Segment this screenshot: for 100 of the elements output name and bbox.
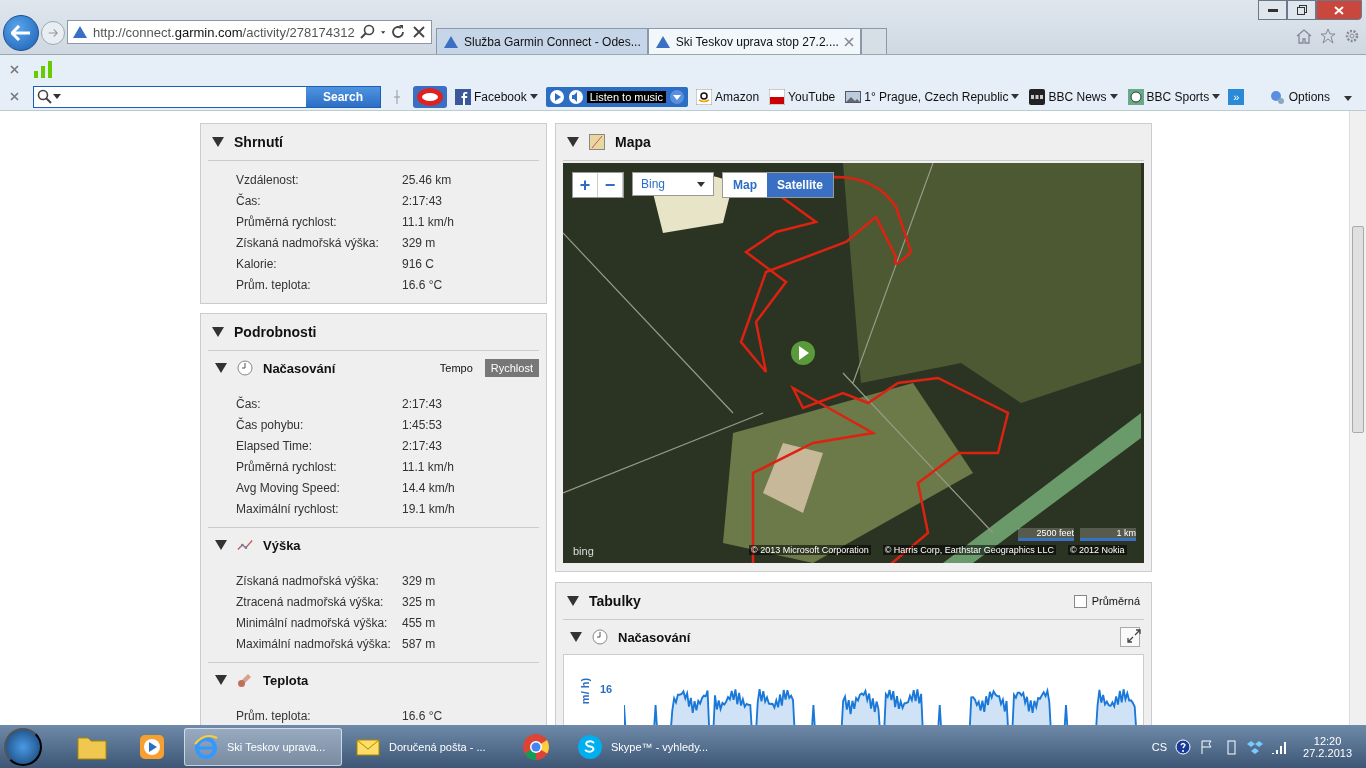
collapse-icon[interactable] [212, 137, 224, 147]
line-graph-icon [237, 537, 253, 553]
provider-dropdown[interactable]: Bing [632, 172, 714, 196]
dropdown-icon[interactable] [669, 88, 686, 105]
scrollbar[interactable] [1349, 111, 1366, 725]
start-button[interactable] [4, 727, 42, 766]
stat-value: 916 C [402, 256, 435, 271]
caret-icon [697, 181, 705, 187]
stat-value: 14.4 km/h [402, 480, 455, 495]
music-player[interactable]: Listen to music [545, 86, 689, 107]
search-button[interactable]: Search [306, 86, 380, 107]
chrome-icon [522, 732, 550, 761]
stat-label: Čas: [236, 193, 262, 208]
toolbar-link[interactable]: 1° Prague, Czech Republic [843, 88, 1022, 105]
browser-e-icon [193, 733, 219, 760]
options-label[interactable]: Options [1288, 89, 1330, 104]
speaker-icon[interactable] [567, 88, 584, 105]
toolbar-link[interactable]: Facebook [453, 88, 540, 105]
toolbar-link[interactable]: BBC Sports [1125, 88, 1223, 105]
refresh-icon[interactable] [390, 24, 406, 40]
browser-tab[interactable]: Ski Teskov uprava stop 27.2.... [647, 28, 861, 54]
stat-label: Maximální rychlost: [236, 501, 340, 516]
average-checkbox[interactable] [1073, 594, 1087, 608]
minimize-icon [1267, 8, 1278, 12]
close-window-button[interactable] [1316, 0, 1362, 20]
unit-toggle[interactable]: Rychlost [484, 359, 539, 377]
search-box[interactable]: Search [33, 85, 381, 108]
map-type-tab[interactable]: Map [723, 173, 767, 197]
more-button[interactable]: » [1228, 88, 1245, 105]
caret-icon [1011, 94, 1020, 99]
section-title: Načasování [618, 629, 691, 645]
checkbox-label: Průměrná [1091, 595, 1140, 607]
zoom-in-button[interactable]: + [573, 173, 598, 197]
toolbar-link[interactable]: Amazon [694, 88, 762, 105]
map-attribution: © 2012 Nokia [1067, 545, 1127, 555]
collapse-icon[interactable] [215, 675, 227, 685]
stat-value: 19.1 km/h [402, 501, 455, 516]
minimize-button[interactable] [1258, 0, 1287, 20]
stat-label: Minimální nadmořská výška: [236, 615, 389, 630]
stat-value: 25.46 km [402, 172, 452, 187]
collapse-icon[interactable] [567, 596, 579, 606]
help-icon[interactable] [1175, 738, 1192, 755]
settings-icon[interactable] [1344, 28, 1360, 44]
stat-value: 16.6 °C [402, 708, 443, 723]
stat-value: 329 m [402, 573, 436, 588]
axis-label: m/ h) [579, 677, 592, 705]
collapse-icon[interactable] [567, 137, 579, 147]
caret-icon [529, 94, 538, 99]
toolbar-link[interactable]: YouTube [767, 88, 838, 105]
stat-label: Čas pohybu: [236, 417, 305, 432]
section-title: Výška [263, 537, 301, 553]
clock[interactable]: 12:20 27.2.2013 [1303, 734, 1352, 759]
arrow-right-icon [48, 27, 58, 39]
stat-value: 2:17:43 [402, 193, 443, 208]
stat-label: Elapsed Time: [236, 438, 314, 453]
stat-label: Průměrná rychlost: [236, 214, 338, 229]
expand-icon [1127, 629, 1141, 643]
stat-value: 2:17:43 [402, 396, 443, 411]
expand-button[interactable] [1120, 627, 1140, 647]
toolbar-link[interactable]: BBC News [1027, 88, 1120, 105]
panel-title: Mapa [615, 134, 651, 150]
panel-title: Podrobnosti [234, 324, 317, 340]
dropbox-icon[interactable] [1247, 738, 1264, 755]
play-icon [139, 733, 165, 760]
music-label: Listen to music [586, 90, 667, 103]
map-attribution: © Harris Corp, Earthstar Geographics LLC [882, 545, 1056, 555]
restore-button[interactable] [1287, 0, 1316, 20]
address-bar[interactable]: http://connect.garmin.com/activity/278174312 [67, 20, 432, 44]
zoom-out-button[interactable]: − [598, 173, 623, 197]
star-icon[interactable] [1320, 28, 1336, 44]
collapse-icon[interactable] [212, 327, 224, 337]
facebook-icon [455, 88, 471, 105]
language-indicator[interactable]: CS [1151, 740, 1168, 753]
collapse-icon[interactable] [215, 363, 227, 373]
back-button[interactable] [3, 15, 39, 51]
stat-label: Průměrná rychlost: [236, 459, 338, 474]
stat-label: Avg Moving Speed: [236, 480, 341, 495]
play-icon[interactable] [548, 88, 565, 105]
collapse-icon[interactable] [570, 632, 582, 642]
section-title: Načasování [263, 360, 336, 376]
restore-icon [1296, 5, 1307, 15]
panel-title: Shrnutí [234, 134, 283, 150]
skype-icon [577, 733, 603, 760]
taskbar-button[interactable]: Doručená pošta - ... [346, 727, 504, 766]
unit-toggle[interactable]: Tempo [433, 359, 479, 377]
stat-value: 455 m [402, 615, 436, 630]
browser-tab[interactable]: Služba Garmin Connect - Odes... [436, 28, 648, 54]
caret-icon [380, 29, 385, 35]
stat-label: Maximální nadmořská výška: [236, 636, 392, 651]
clock-icon [592, 629, 608, 645]
close-icon[interactable] [411, 24, 427, 40]
thermometer-icon [237, 672, 253, 688]
collapse-icon[interactable] [215, 540, 227, 550]
time-text: 12:20 [1313, 734, 1342, 747]
map-type-tab[interactable]: Satellite [767, 173, 834, 197]
caret-icon [1344, 95, 1352, 101]
stat-value: 587 m [402, 636, 436, 651]
search-icon[interactable] [359, 24, 376, 40]
taskbar-button[interactable]: Skype™ - vyhledy... [568, 727, 726, 766]
stat-value: 16.6 °C [402, 277, 443, 292]
